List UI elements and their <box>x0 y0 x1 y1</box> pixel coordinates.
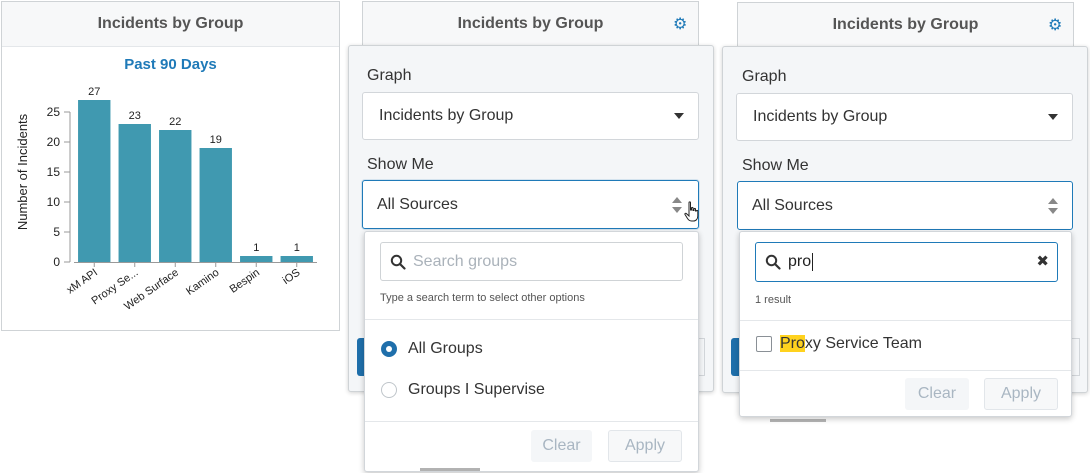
underlying-text-fragment <box>420 468 480 471</box>
bar <box>199 148 232 262</box>
search-hint: Type a search term to select other optio… <box>380 292 585 304</box>
search-icon <box>390 254 406 270</box>
search-groups-input[interactable]: pro ✖ <box>755 242 1058 282</box>
result-checkbox[interactable] <box>756 336 772 352</box>
hand-cursor-icon <box>684 201 699 222</box>
clear-search-icon[interactable]: ✖ <box>1036 252 1049 270</box>
bar-data-label: 27 <box>88 86 100 98</box>
hidden-field-edge <box>1072 338 1080 376</box>
show-me-label: Show Me <box>742 157 809 174</box>
divider <box>740 370 1071 371</box>
widget-header-card: Incidents by Group ⚙ <box>362 1 699 45</box>
y-tick-label: 25 <box>47 105 61 119</box>
bar <box>78 100 111 262</box>
result-proxy-service-team[interactable]: Proxy Service Team <box>756 335 922 353</box>
y-tick-label: 15 <box>47 165 61 179</box>
radio-selected[interactable] <box>381 341 397 357</box>
match-highlight: Pro <box>780 335 805 352</box>
clear-button[interactable]: Clear <box>905 378 969 410</box>
y-tick-label: 0 <box>53 255 60 269</box>
apply-button[interactable]: Apply <box>608 430 682 462</box>
graph-select-value: Incidents by Group <box>753 108 888 125</box>
search-value: pro <box>788 253 812 270</box>
widget-title: Incidents by Group <box>2 2 339 47</box>
bar <box>240 256 273 262</box>
x-tick-label: iOS <box>281 267 303 287</box>
option-label: All Groups <box>408 340 483 357</box>
chart-widget: Incidents by Group Past 90 Days Number o… <box>1 1 340 331</box>
caret-down-icon <box>1048 114 1058 120</box>
gear-icon[interactable]: ⚙ <box>1048 18 1062 34</box>
graph-label: Graph <box>367 67 412 84</box>
bar-data-label: 23 <box>129 110 141 122</box>
text-caret <box>812 253 814 271</box>
apply-button[interactable]: Apply <box>984 378 1058 410</box>
sort-arrows-icon <box>672 196 682 214</box>
show-me-select-value: All Sources <box>377 195 458 213</box>
show-me-select[interactable]: All Sources <box>362 180 699 229</box>
graph-select[interactable]: Incidents by Group <box>362 92 699 140</box>
search-placeholder: Search groups <box>413 252 518 270</box>
bar <box>280 256 313 262</box>
y-tick-label: 5 <box>53 225 60 239</box>
divider <box>740 320 1071 321</box>
y-tick-label: 20 <box>47 135 61 149</box>
result-count: 1 result <box>755 294 792 306</box>
widget-header-card: Incidents by Group ⚙ <box>737 2 1074 46</box>
groups-dropdown: Search groups Type a search term to sele… <box>364 231 699 472</box>
x-tick-label: Bespin <box>228 267 262 296</box>
divider <box>365 421 698 422</box>
option-all-groups[interactable]: All Groups <box>381 340 483 358</box>
groups-dropdown: pro ✖ 1 result Proxy Service Team Clear … <box>739 231 1072 417</box>
bar-data-label: 1 <box>253 242 259 254</box>
graph-select-value: Incidents by Group <box>379 107 514 124</box>
search-icon <box>765 254 781 270</box>
bar <box>118 124 151 262</box>
gear-icon[interactable]: ⚙ <box>673 17 687 33</box>
bar-data-label: 22 <box>169 116 181 128</box>
graph-label: Graph <box>742 68 787 85</box>
bar-chart: Number of Incidents051015202527xM API23P… <box>15 86 317 313</box>
result-label: Proxy Service Team <box>780 335 922 353</box>
widget-title: Incidents by Group <box>457 15 604 32</box>
widget-title: Incidents by Group <box>832 16 979 33</box>
option-groups-i-supervise[interactable]: Groups I Supervise <box>381 381 545 399</box>
graph-select[interactable]: Incidents by Group <box>736 93 1073 141</box>
show-me-label: Show Me <box>367 156 434 173</box>
divider <box>365 319 698 320</box>
x-tick-label: Kamino <box>184 267 221 298</box>
y-tick-label: 10 <box>47 195 61 209</box>
show-me-select[interactable]: All Sources <box>737 181 1073 230</box>
bar-data-label: 19 <box>210 134 222 146</box>
caret-down-icon <box>674 113 684 119</box>
bar <box>159 130 192 262</box>
underlying-text-fragment <box>770 419 826 422</box>
sort-arrows-icon <box>1048 197 1058 215</box>
result-label-rest: xy Service Team <box>804 335 922 352</box>
x-tick-label: xM API <box>65 267 100 297</box>
clear-button[interactable]: Clear <box>531 430 592 462</box>
y-axis-label: Number of Incidents <box>15 113 30 230</box>
option-label: Groups I Supervise <box>408 381 545 398</box>
show-me-select-value: All Sources <box>752 196 833 214</box>
search-groups-input[interactable]: Search groups <box>380 242 683 281</box>
bar-data-label: 1 <box>294 242 300 254</box>
radio-unselected[interactable] <box>381 382 397 398</box>
